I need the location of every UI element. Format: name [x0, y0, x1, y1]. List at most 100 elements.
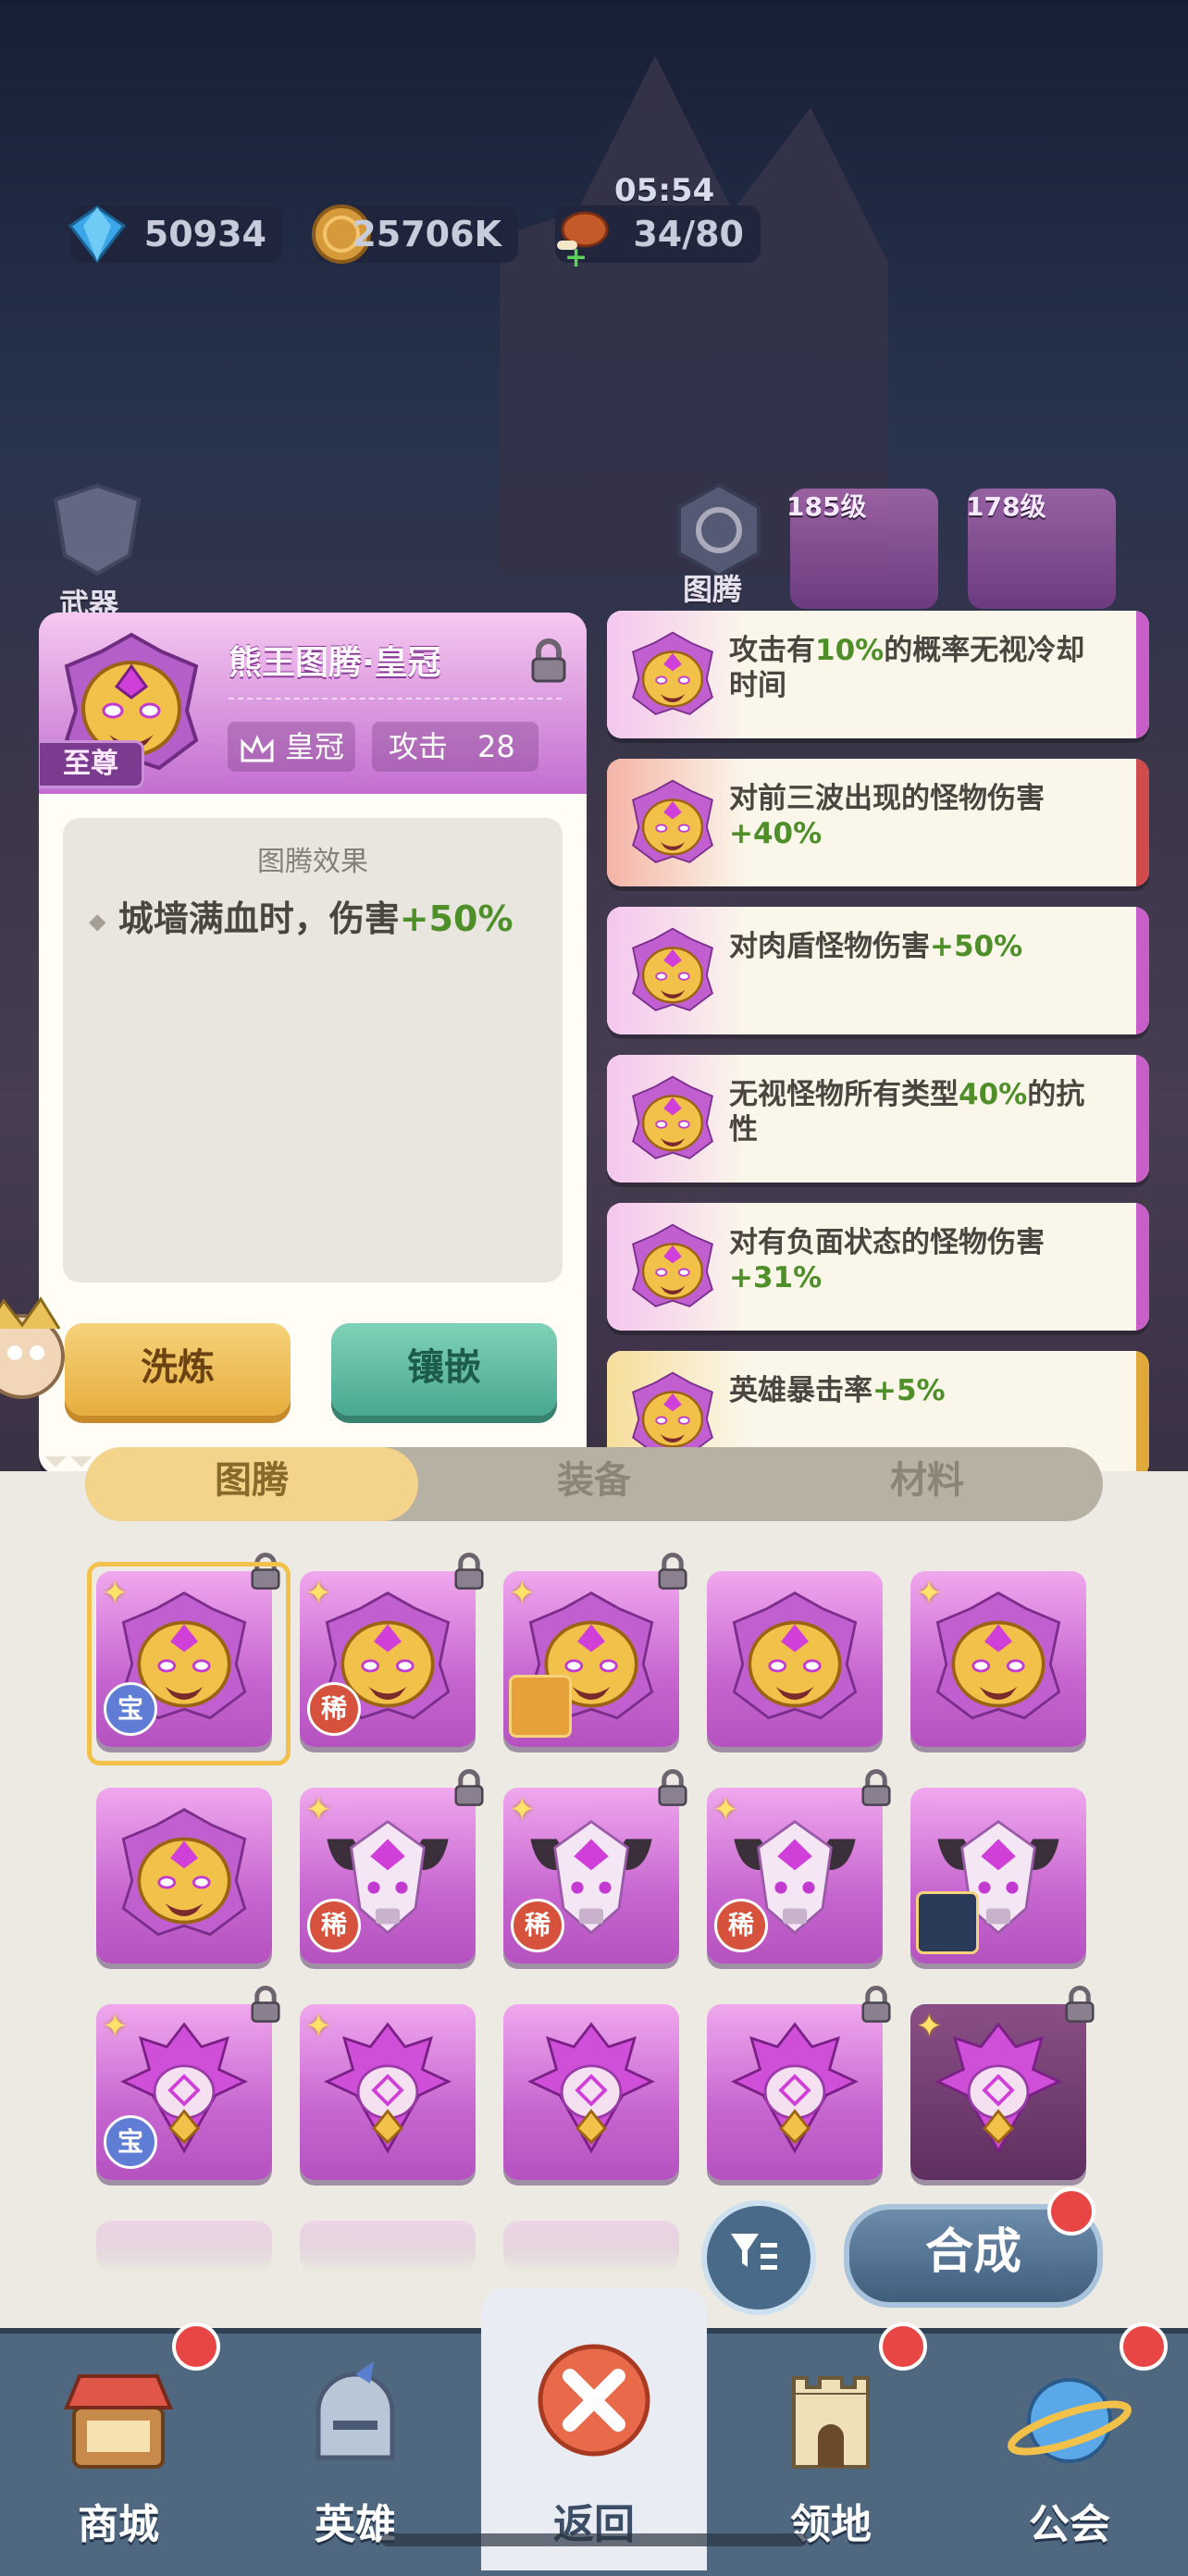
effect-card-pre: 攻击有 [729, 634, 815, 667]
selected-frame [87, 1562, 291, 1765]
bear-totem-icon [115, 1804, 254, 1943]
effect-card-highlight: 10% [815, 634, 885, 667]
bear-totem-icon [725, 1588, 864, 1727]
rank-badge: 至尊 [39, 740, 144, 788]
effect-card-stripe [1136, 1351, 1149, 1479]
tab-totem[interactable]: 图腾 [85, 1447, 418, 1521]
bear-totem-icon [627, 1221, 718, 1312]
filter-icon [731, 2234, 777, 2270]
home-indicator[interactable] [381, 2533, 807, 2546]
effect-card-text: 英雄暴击率+5% [729, 1373, 1099, 1408]
effect-card-text: 无视怪物所有类型40%的抗性 [729, 1077, 1099, 1147]
nav-back[interactable]: 返回 [481, 2287, 707, 2570]
effect-card: 对前三波出现的怪物伤害+40% [607, 759, 1149, 886]
eagle-crest-totem-icon [522, 2021, 661, 2160]
inventory-totem-item[interactable]: ✦ 稀 [300, 1553, 484, 1747]
effect-card-text: 对前三波出现的怪物伤害+40% [729, 781, 1099, 851]
shop-icon [54, 2356, 183, 2485]
effect-line: ◆ 城墙满血时，伤害+50% [89, 890, 514, 941]
effect-card-highlight: +50% [930, 930, 1023, 963]
inventory-totem-item[interactable]: ✦ 稀 [300, 1769, 484, 1963]
eagle-crest-totem-icon [725, 2021, 864, 2160]
nav-notification-dot [879, 2322, 927, 2371]
weapon-slot-icon[interactable] [37, 481, 157, 583]
star-icon: ✦ [916, 1575, 943, 1612]
inventory-totem-item[interactable]: ✦ [503, 1553, 687, 1747]
equip-slot-2-level: 178级 [966, 491, 1046, 522]
diamond-bullet-icon: ◆ [89, 908, 106, 935]
attack-chip: 攻击 28 [372, 722, 538, 772]
nav-notification-dot [1120, 2322, 1168, 2371]
attack-value: 28 [477, 729, 515, 764]
item-name: 熊王图腾·皇冠 [229, 644, 441, 682]
inventory-totem-item[interactable] [96, 1788, 272, 1963]
lock-icon[interactable] [1060, 1986, 1099, 2025]
effect-text: 城墙满血时，伤害 [118, 898, 400, 939]
inlay-button[interactable]: 镶嵌 [331, 1323, 557, 1416]
effect-card-pre: 对肉盾怪物伤害 [729, 930, 930, 963]
gem-value: 50934 [143, 214, 266, 254]
lock-icon[interactable] [857, 1986, 896, 2025]
effect-card-pre: 无视怪物所有类型 [729, 1078, 959, 1111]
effect-card: 对有负面状态的怪物伤害+31% [607, 1203, 1149, 1331]
inventory-totem-item[interactable]: ✦ 宝 [96, 1986, 280, 2180]
bear-totem-icon [627, 1073, 718, 1164]
tab-equipment[interactable]: 装备 [427, 1447, 761, 1521]
inventory-totem-item[interactable] [503, 2004, 679, 2180]
stamina-value: 34/80 [633, 214, 744, 254]
lock-icon[interactable] [653, 1769, 692, 1808]
lock-icon[interactable] [450, 1553, 489, 1591]
type-label: 皇冠 [285, 729, 345, 764]
effect-card-pre: 对有负面状态的怪物伤害 [729, 1226, 1045, 1259]
gold-counter[interactable]: 25706K [312, 204, 518, 264]
tab-materials[interactable]: 材料 [761, 1447, 1094, 1521]
lock-icon[interactable] [526, 638, 572, 685]
refine-button[interactable]: 洗炼 [65, 1323, 291, 1416]
effect-card-text: 攻击有10%的概率无视冷却时间 [729, 633, 1099, 703]
star-icon: ✦ [102, 2008, 129, 2045]
star-icon: ✦ [305, 1791, 332, 1828]
inventory-totem-item[interactable] [910, 1788, 1086, 1963]
rare-badge: 稀 [714, 1899, 768, 1952]
nav-notification-dot [172, 2322, 220, 2371]
totem-label: 图腾 [683, 572, 743, 607]
crown-icon [239, 731, 276, 781]
effect-card: 无视怪物所有类型40%的抗性 [607, 1055, 1149, 1183]
inventory-totem-item[interactable]: ✦ 稀 [707, 1769, 891, 1963]
effect-card-pre: 英雄暴击率 [729, 1374, 872, 1407]
effect-card-text: 对肉盾怪物伤害+50% [729, 929, 1099, 964]
lock-icon[interactable] [857, 1769, 896, 1808]
effect-card-text: 对有负面状态的怪物伤害+31% [729, 1225, 1099, 1295]
effect-value: +50% [399, 898, 514, 939]
filter-button[interactable] [701, 2200, 816, 2315]
inventory-totem-item[interactable]: ✦ [910, 1571, 1086, 1747]
meat-stamina-icon: + [548, 200, 616, 274]
lock-icon[interactable] [653, 1553, 692, 1591]
stamina-counter[interactable]: + 34/80 [555, 205, 761, 274]
gem-icon [63, 200, 131, 268]
eagle-crest-totem-icon [929, 2021, 1068, 2160]
star-icon: ✦ [305, 1575, 332, 1612]
lock-icon[interactable] [246, 1986, 285, 2025]
inventory-totem-item[interactable] [707, 1571, 883, 1747]
svg-text:+: + [564, 242, 588, 268]
effect-card-highlight: +31% [729, 1261, 823, 1294]
item-detail-panel: 至尊 熊王图腾·皇冠 皇冠 攻击 28 图腾效果 ◆ 城墙满血时，伤害+50% … [39, 613, 587, 1475]
inventory-totem-item[interactable]: ✦ 稀 [503, 1769, 687, 1963]
inventory-totem-item[interactable]: ✦ 宝 [87, 1553, 291, 1765]
inventory-tabs: 图腾 装备 材料 [85, 1447, 1103, 1521]
inventory-totem-item[interactable]: ✦ [910, 1986, 1095, 2180]
totem-slot-icon[interactable] [670, 481, 768, 579]
effect-card-highlight: +40% [729, 817, 823, 850]
star-icon: ✦ [712, 1791, 739, 1828]
inventory-totem-item[interactable] [707, 1986, 891, 2180]
side-hero-avatar[interactable] [0, 1292, 68, 1421]
lock-icon[interactable] [450, 1769, 489, 1808]
effect-card-highlight: +5% [872, 1374, 946, 1407]
nav-label: 商城 [78, 2501, 159, 2548]
gem-counter[interactable]: 50934 [68, 205, 283, 264]
rare-badge: 稀 [307, 1682, 361, 1736]
effect-card-stripe [1136, 1055, 1149, 1183]
inventory-totem-item[interactable]: ✦ [300, 2004, 476, 2180]
bear-totem-icon [627, 777, 718, 868]
